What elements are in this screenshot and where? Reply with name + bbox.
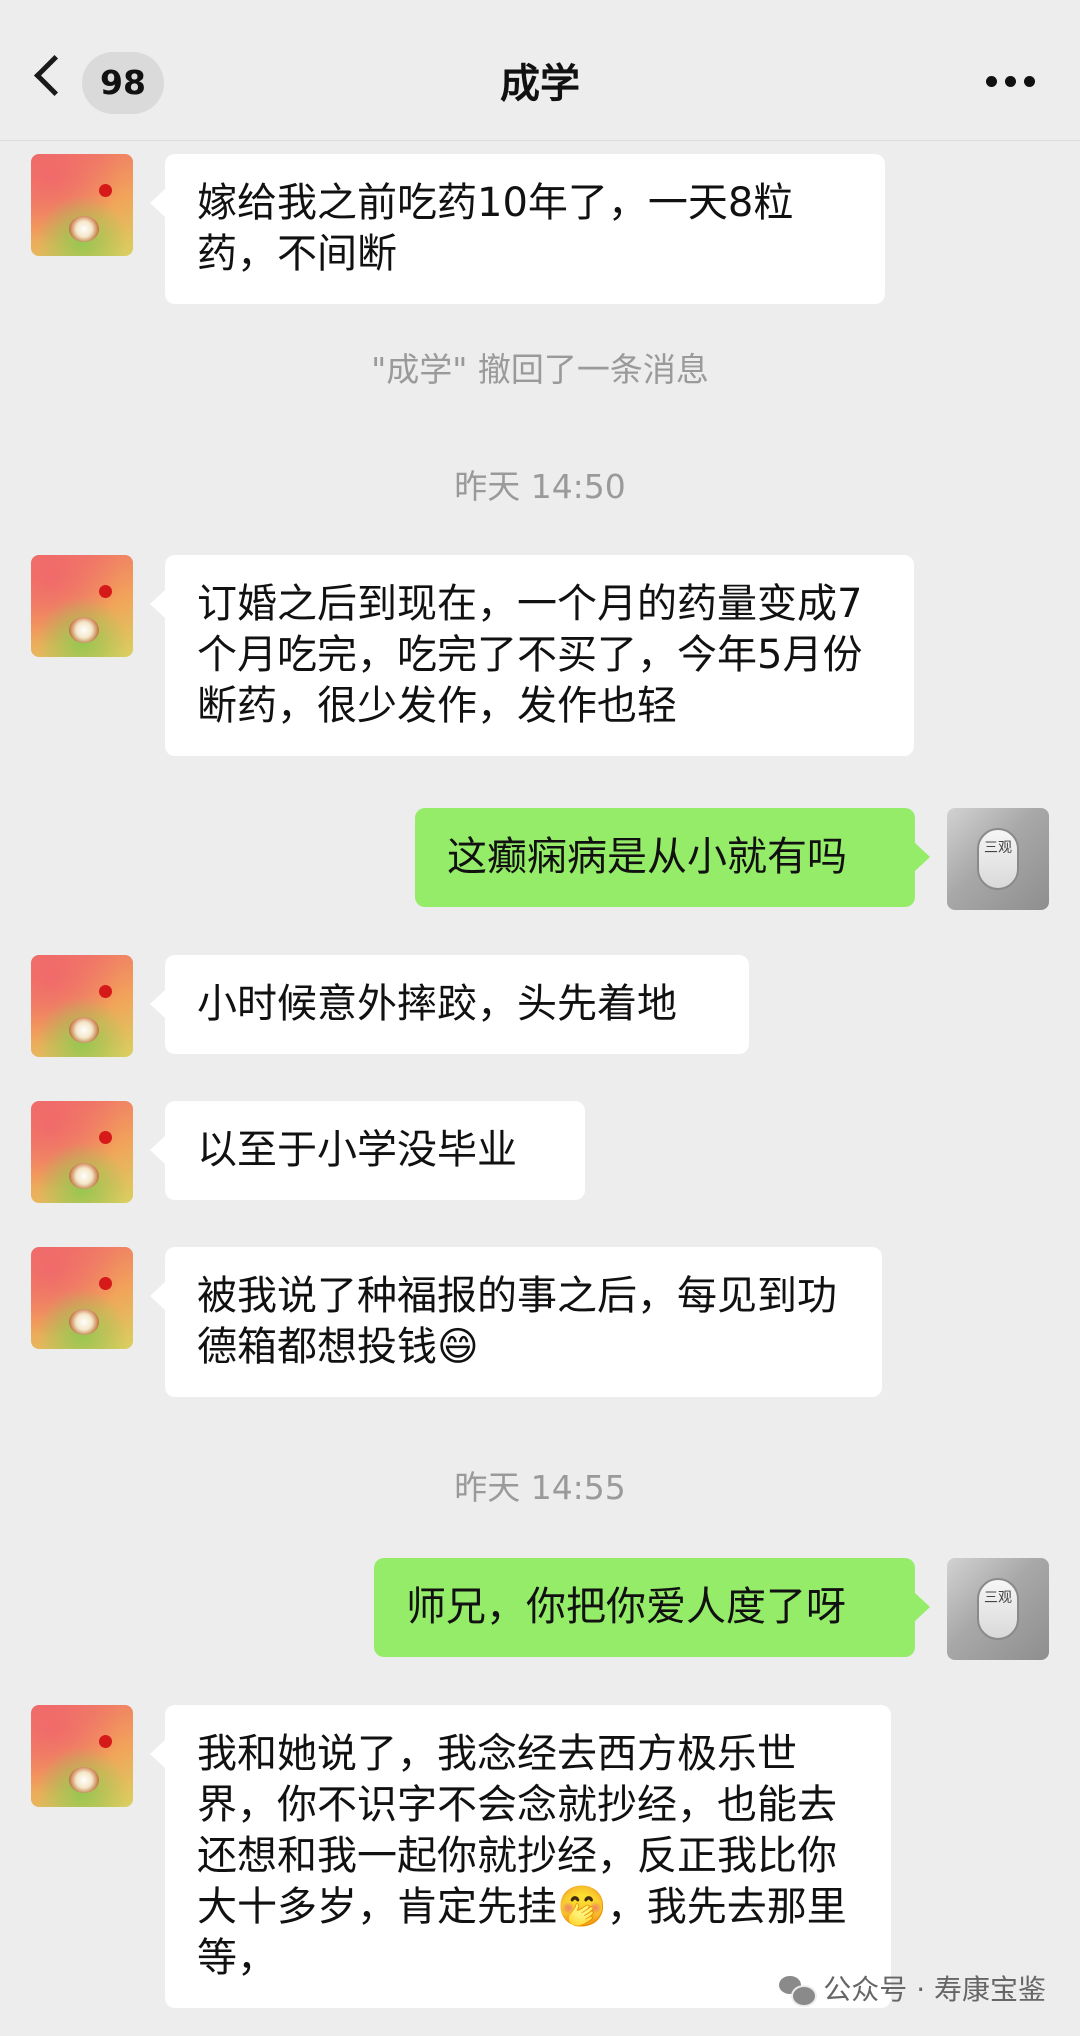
more-dots-icon[interactable] <box>986 76 1036 88</box>
message-bubble-outgoing[interactable]: 这癫痫病是从小就有吗 <box>415 808 930 907</box>
unread-count-badge[interactable]: 98 <box>82 52 164 114</box>
wechat-icon <box>779 1976 818 2007</box>
timestamp: 昨天 14:50 <box>454 467 626 506</box>
message-text: 被我说了种福报的事之后，每见到功德箱都想投钱😄 <box>197 1273 837 1370</box>
watermark-text: 公众号 · 寿康宝鉴 <box>823 1973 1046 2006</box>
watermark: 公众号 · 寿康宝鉴 <box>779 1970 1046 2010</box>
chat-title: 成学 <box>500 61 580 107</box>
message-bubble-outgoing[interactable]: 师兄，你把你爱人度了呀 <box>374 1558 930 1657</box>
message-text: 小时候意外摔跤，头先着地 <box>197 981 677 1027</box>
message-text: 订婚之后到现在，一个月的药量变成7个月吃完，吃完了不买了，今年5月份断药，很少发… <box>197 581 863 729</box>
message-bubble-incoming[interactable]: 订婚之后到现在，一个月的药量变成7个月吃完，吃完了不买了，今年5月份断药，很少发… <box>150 555 914 756</box>
message-bubble-incoming[interactable]: 小时候意外摔跤，头先着地 <box>150 955 749 1054</box>
message-bubble-incoming[interactable]: 以至于小学没毕业 <box>150 1101 585 1200</box>
chat-header: 98 成学 <box>0 0 1080 141</box>
message-text: 师兄，你把你爱人度了呀 <box>406 1584 846 1630</box>
timestamp: 昨天 14:55 <box>454 1468 626 1507</box>
message-text: 嫁给我之前吃药10年了，一天8粒药，不间断 <box>197 180 794 277</box>
contact-avatar[interactable] <box>31 1705 133 1807</box>
self-avatar[interactable]: 三观 <box>947 808 1049 910</box>
message-bubble-incoming[interactable]: 嫁给我之前吃药10年了，一天8粒药，不间断 <box>150 154 885 304</box>
self-avatar-text: 三观 <box>984 1590 1012 1606</box>
contact-avatar[interactable] <box>31 154 133 256</box>
message-bubble-incoming[interactable]: 我和她说了，我念经去西方极乐世界，你不识字不会念就抄经，也能去还想和我一起你就抄… <box>150 1705 891 2008</box>
message-bubble-incoming[interactable]: 被我说了种福报的事之后，每见到功德箱都想投钱😄 <box>150 1247 882 1397</box>
contact-avatar[interactable] <box>31 1247 133 1349</box>
self-avatar[interactable]: 三观 <box>947 1558 1049 1660</box>
recall-notice: "成学" 撤回了一条消息 <box>371 350 709 389</box>
message-text: 这癫痫病是从小就有吗 <box>447 834 847 880</box>
message-text: 我和她说了，我念经去西方极乐世界，你不识字不会念就抄经，也能去还想和我一起你就抄… <box>197 1731 847 1981</box>
contact-avatar[interactable] <box>31 1101 133 1203</box>
self-avatar-text: 三观 <box>984 840 1012 856</box>
contact-avatar[interactable] <box>31 555 133 657</box>
chevron-left-icon[interactable] <box>33 54 76 97</box>
contact-avatar[interactable] <box>31 955 133 1057</box>
message-text: 以至于小学没毕业 <box>197 1127 517 1173</box>
